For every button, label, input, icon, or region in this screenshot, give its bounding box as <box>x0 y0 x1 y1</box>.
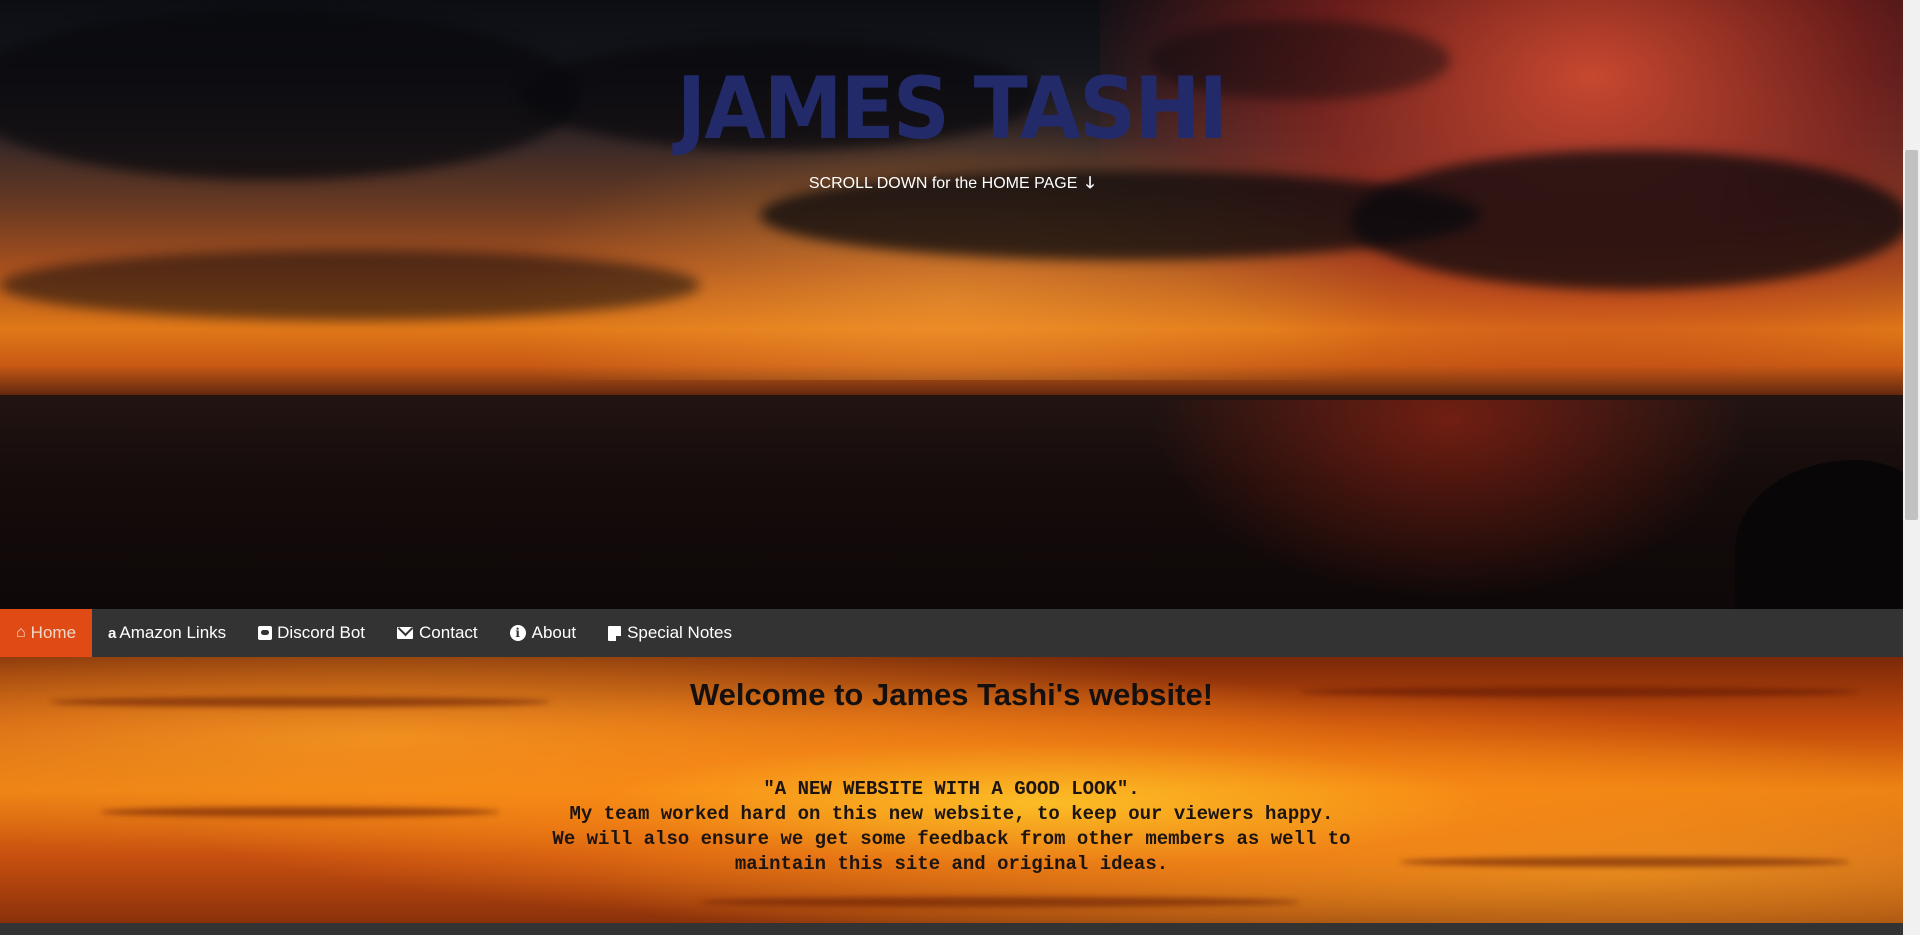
note-icon <box>608 625 622 641</box>
cloud-streak <box>700 897 1300 907</box>
intro-line: We will also ensure we get some feedback… <box>552 828 1351 850</box>
intro-line: "A NEW WEBSITE WITH A GOOD LOOK". <box>763 778 1140 800</box>
intro-text: "A NEW WEBSITE WITH A GOOD LOOK". My tea… <box>0 777 1903 877</box>
home-icon: ⌂ <box>16 624 26 641</box>
info-icon: i <box>509 625 526 641</box>
cloud <box>1350 150 1903 290</box>
page: JAMES TASHI SCROLL DOWN for the HOME PAG… <box>0 0 1903 935</box>
site-title: JAMES TASHI <box>676 59 1228 159</box>
nav-item-label: Home <box>30 623 77 642</box>
nav-item-about[interactable]: i About <box>494 609 592 657</box>
nav-item-special-notes[interactable]: Special Notes <box>592 609 748 657</box>
intro-line: maintain this site and original ideas. <box>734 853 1169 875</box>
nav-item-label: Discord Bot <box>277 623 366 642</box>
intro-line: My team worked hard on this new website,… <box>569 803 1334 825</box>
nav-item-home[interactable]: ⌂ Home <box>0 609 93 657</box>
envelope-icon <box>397 627 414 639</box>
scroll-hint-text: SCROLL DOWN for the HOME PAGE <box>808 175 1078 192</box>
nav-item-amazon-links[interactable]: a Amazon Links <box>92 609 242 657</box>
nav-item-label: Special Notes <box>627 623 732 642</box>
nav-item-contact[interactable]: Contact <box>381 609 494 657</box>
sea-reflection <box>1150 400 1750 600</box>
nav-item-label: Amazon Links <box>119 623 227 642</box>
vertical-scrollbar[interactable] <box>1903 0 1920 935</box>
amazon-icon: a <box>108 624 117 642</box>
home-content: Welcome to James Tashi's website! "A NEW… <box>0 657 1903 923</box>
discord-icon <box>258 626 273 640</box>
welcome-heading: Welcome to James Tashi's website! <box>689 677 1214 712</box>
nav-item-discord-bot[interactable]: Discord Bot <box>242 609 381 657</box>
nav-item-label: Contact <box>419 623 478 642</box>
cloud <box>0 250 700 320</box>
nav-item-label: About <box>531 623 577 642</box>
hero-banner: JAMES TASHI SCROLL DOWN for the HOME PAG… <box>0 0 1903 609</box>
arrow-down-icon: 🡓 <box>1085 175 1095 192</box>
main-navbar: ⌂ Home a Amazon Links Discord Bot Contac… <box>0 609 1903 657</box>
scroll-hint: SCROLL DOWN for the HOME PAGE 🡓 <box>0 172 1903 199</box>
footer-strip <box>0 923 1903 935</box>
scrollbar-thumb[interactable] <box>1905 150 1918 520</box>
